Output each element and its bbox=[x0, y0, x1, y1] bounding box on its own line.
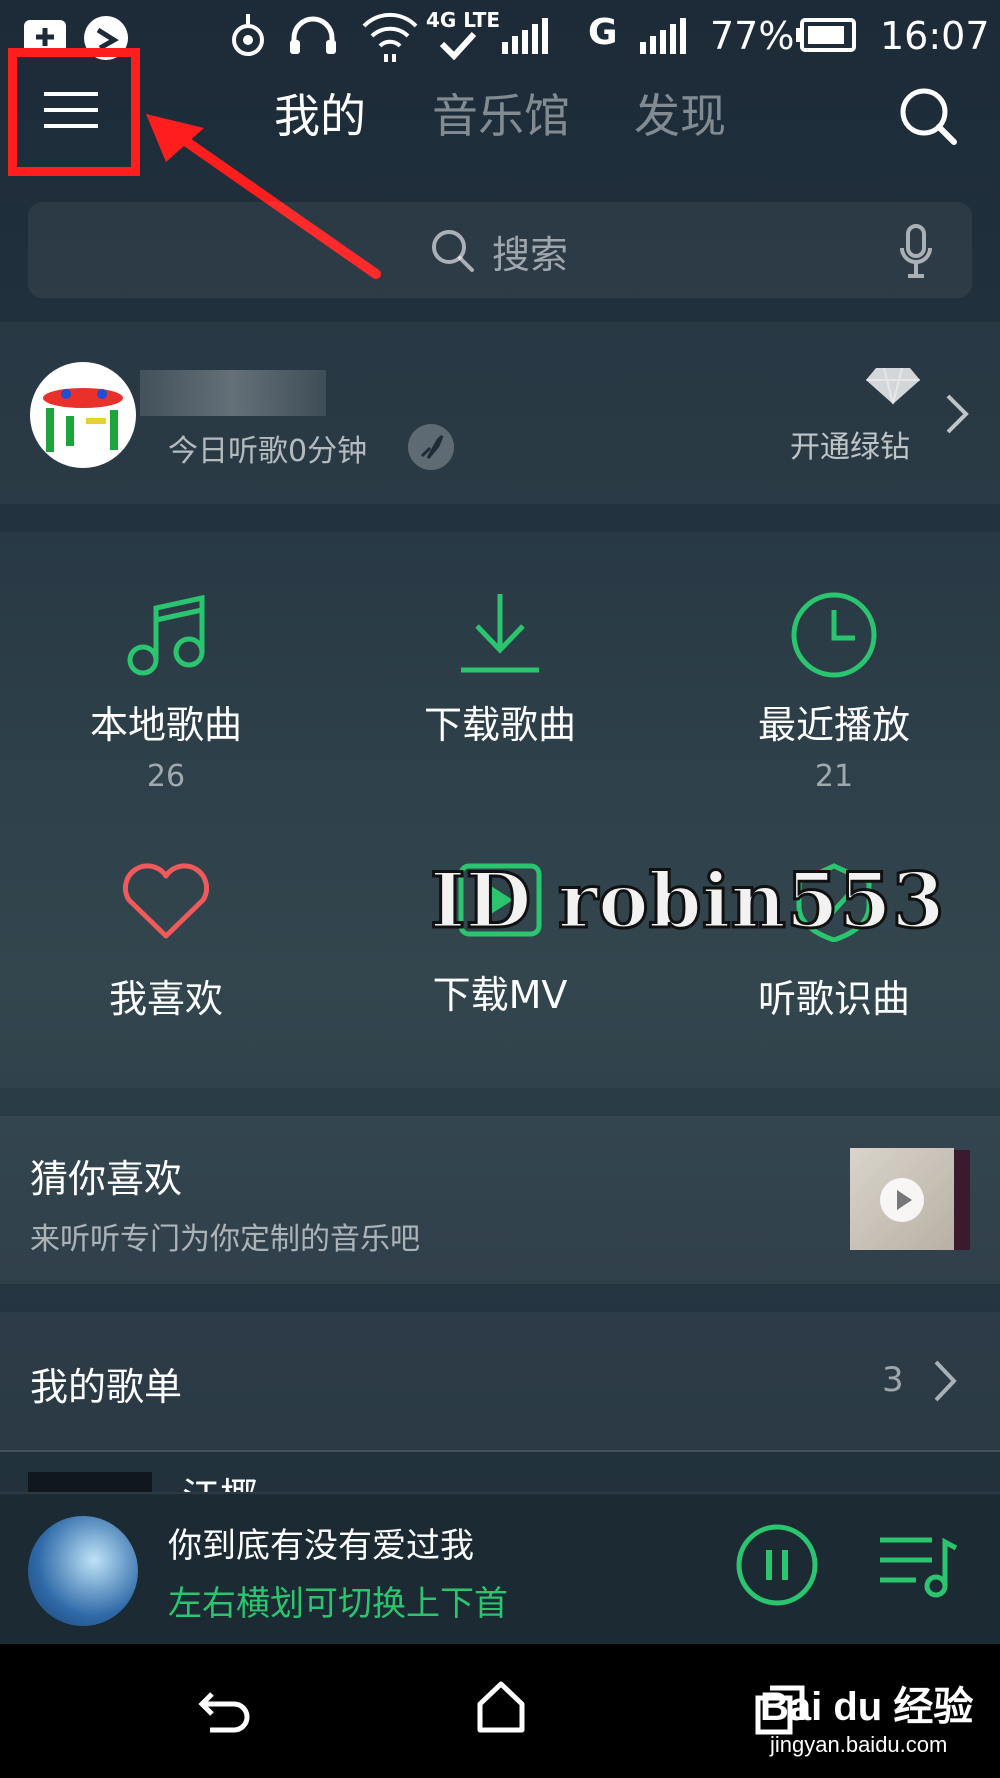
heart-icon bbox=[122, 863, 210, 939]
search-bar[interactable]: 搜索 bbox=[28, 202, 972, 298]
guess-title: 猜你喜欢 bbox=[30, 1157, 183, 1201]
baidu-logo-text: Bai du 经验 bbox=[760, 1685, 974, 1729]
clock: 16:07 bbox=[880, 14, 990, 58]
recent-play-item[interactable]: 最近播放 21 bbox=[684, 590, 984, 794]
local-songs-item[interactable]: 本地歌曲 26 bbox=[16, 590, 316, 794]
baidu-url: jingyan.baidu.com bbox=[770, 1732, 948, 1757]
signal-icon-1 bbox=[502, 18, 548, 54]
tab-music-hall[interactable]: 音乐馆 bbox=[432, 80, 570, 146]
signal-icon-2 bbox=[640, 18, 686, 54]
carrier-g: G bbox=[588, 12, 618, 53]
swipe-hint: 左右横划可切换上下首 bbox=[168, 1584, 508, 1624]
favorites-label: 我喜欢 bbox=[108, 977, 223, 1021]
download-icon bbox=[461, 594, 539, 673]
wifi-icon bbox=[362, 12, 418, 62]
search-bar-icon bbox=[432, 230, 474, 272]
search-icon[interactable] bbox=[898, 86, 958, 146]
baidu-watermark: Bai du 经验 jingyan.baidu.com bbox=[760, 1674, 990, 1764]
playlists-title: 我的歌单 bbox=[30, 1365, 183, 1409]
chevron-right-icon bbox=[946, 394, 969, 434]
guess-you-like-card[interactable]: 猜你喜欢 来听听专门为你定制的音乐吧 bbox=[0, 1116, 1000, 1284]
recent-play-count: 21 bbox=[814, 759, 854, 794]
check-icon bbox=[439, 31, 477, 60]
guess-subtitle: 来听听专门为你定制的音乐吧 bbox=[30, 1222, 420, 1257]
avatar[interactable] bbox=[30, 362, 136, 468]
system-nav-bar: Bai du 经验 jingyan.baidu.com bbox=[0, 1644, 1000, 1778]
sync-icon bbox=[232, 14, 264, 56]
vip-label[interactable]: 开通绿钻 bbox=[790, 422, 910, 466]
now-playing-title: 你到底有没有爱过我 bbox=[168, 1526, 474, 1566]
playlists-count: 3 bbox=[882, 1360, 904, 1400]
recent-play-label: 最近播放 bbox=[757, 703, 910, 747]
status-bar: 4G LTE G 77% 16:07 bbox=[0, 0, 1000, 72]
playlist-name: 江椰 bbox=[182, 1466, 258, 1492]
clock-icon bbox=[791, 592, 877, 678]
headphones-icon bbox=[290, 16, 336, 54]
my-playlists-header[interactable]: 我的歌单 3 bbox=[0, 1312, 1000, 1452]
playlist-queue-icon[interactable] bbox=[876, 1534, 960, 1600]
local-songs-count: 26 bbox=[146, 759, 186, 794]
profile-card[interactable]: 今日听歌0分钟 开通绿钻 bbox=[0, 322, 1000, 504]
pause-button[interactable] bbox=[734, 1522, 820, 1608]
download-mv-label: 下载MV bbox=[432, 973, 568, 1017]
now-playing-cover[interactable] bbox=[28, 1516, 138, 1626]
playlist-row-partial[interactable]: 江椰 bbox=[0, 1452, 1000, 1492]
back-icon[interactable] bbox=[198, 1684, 252, 1736]
chevron-right-icon bbox=[934, 1360, 957, 1402]
battery-percent: 77% bbox=[710, 14, 795, 58]
search-placeholder: 搜索 bbox=[492, 233, 569, 277]
mini-player[interactable]: 你到底有没有爱过我 左右横划可切换上下首 bbox=[0, 1492, 1000, 1646]
battery-icon bbox=[796, 18, 856, 52]
id-watermark: ID robin553 bbox=[429, 855, 947, 947]
playlist-cover bbox=[28, 1472, 152, 1492]
favorites-item[interactable]: 我喜欢 bbox=[16, 862, 316, 1023]
recommend-cover[interactable] bbox=[850, 1148, 954, 1250]
downloaded-songs-item[interactable]: 下载歌曲 bbox=[350, 590, 650, 749]
username-blurred bbox=[140, 370, 326, 416]
tab-discover[interactable]: 发现 bbox=[634, 80, 726, 146]
avatar-image bbox=[43, 388, 123, 452]
song-recognition-label: 听歌识曲 bbox=[757, 977, 910, 1021]
annotation-box bbox=[8, 48, 140, 176]
network-type: 4G LTE bbox=[426, 8, 501, 32]
play-icon bbox=[880, 1178, 924, 1222]
diamond-icon bbox=[866, 367, 920, 405]
rocket-icon[interactable] bbox=[408, 424, 454, 470]
listen-time: 今日听歌0分钟 bbox=[168, 434, 368, 469]
home-icon[interactable] bbox=[476, 1680, 526, 1736]
watermark-text: ID robin553 bbox=[429, 855, 947, 947]
music-note-icon bbox=[127, 594, 205, 676]
microphone-icon[interactable] bbox=[898, 224, 934, 280]
downloaded-songs-label: 下载歌曲 bbox=[423, 703, 576, 747]
local-songs-label: 本地歌曲 bbox=[89, 703, 242, 747]
